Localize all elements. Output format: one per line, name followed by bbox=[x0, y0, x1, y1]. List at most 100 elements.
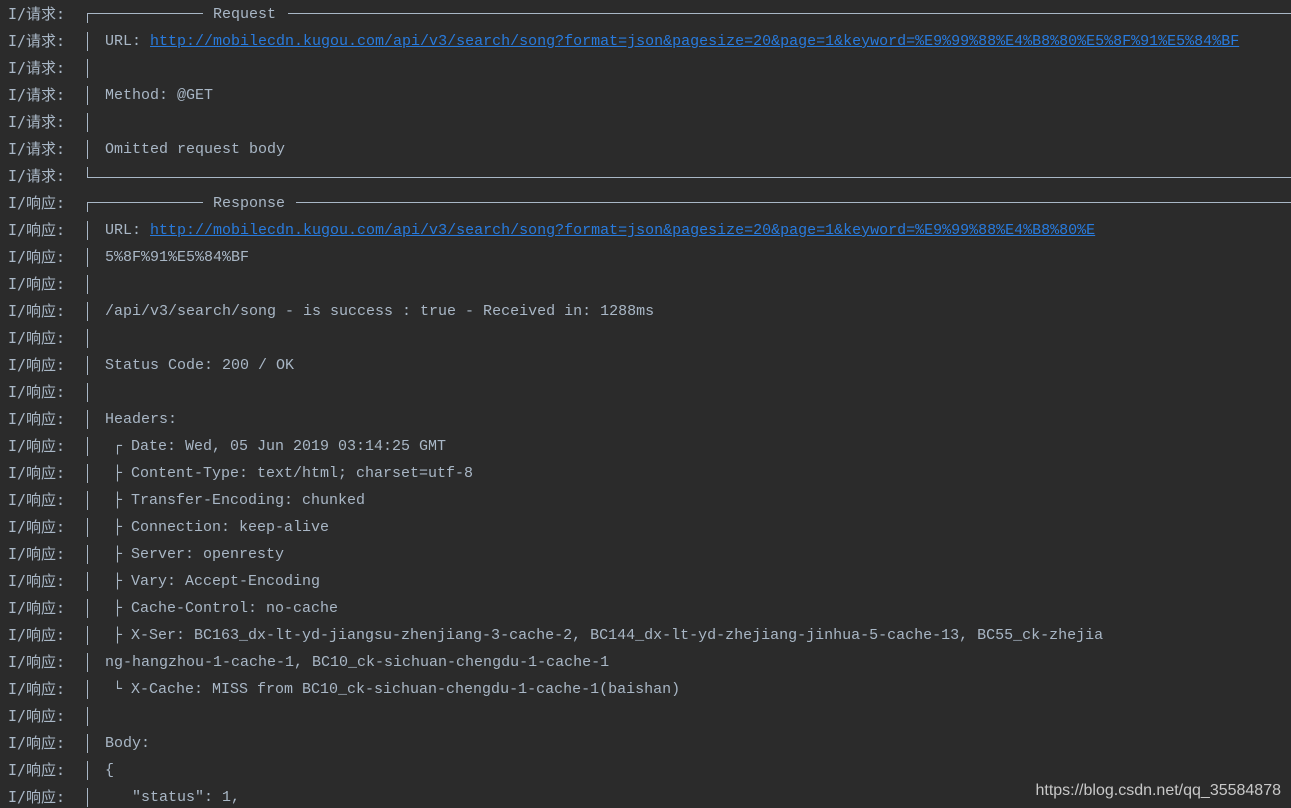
box-border bbox=[87, 788, 88, 807]
box-border bbox=[87, 653, 88, 672]
box-border bbox=[87, 221, 88, 240]
log-tag: I/请求: bbox=[8, 32, 66, 50]
log-line: I/请求: bbox=[0, 55, 1291, 82]
log-tag: I/请求: bbox=[8, 167, 66, 185]
log-line: I/响应: Body: bbox=[0, 730, 1291, 757]
log-line: I/响应: { bbox=[0, 757, 1291, 784]
log-line: I/响应: ├ Transfer-Encoding: chunked bbox=[0, 487, 1291, 514]
log-line: I/响应: /api/v3/search/song - is success :… bbox=[0, 298, 1291, 325]
logcat-console: I/请求: Request I/请求: URL: http://mobilecd… bbox=[0, 0, 1291, 808]
response-url-continuation: 5%8F%91%E5%84%BF bbox=[105, 249, 250, 266]
log-tag: I/响应: bbox=[8, 302, 66, 320]
log-line: I/响应: Status Code: 200 / OK bbox=[0, 352, 1291, 379]
box-border bbox=[87, 177, 1291, 178]
url-label: URL: bbox=[105, 222, 151, 239]
log-tag: I/请求: bbox=[8, 86, 66, 104]
log-tag: I/响应: bbox=[8, 545, 66, 563]
log-tag: I/响应: bbox=[8, 761, 66, 779]
log-tag: I/响应: bbox=[8, 437, 66, 455]
log-tag: I/响应: bbox=[8, 464, 66, 482]
box-border bbox=[87, 275, 88, 294]
response-url-link[interactable]: http://mobilecdn.kugou.com/api/v3/search… bbox=[150, 222, 1095, 239]
log-tag: I/响应: bbox=[8, 707, 66, 725]
log-tag: I/响应: bbox=[8, 221, 66, 239]
request-method: Method: @GET bbox=[105, 87, 214, 104]
box-border bbox=[87, 491, 88, 510]
log-line: I/响应: Response bbox=[0, 190, 1291, 217]
request-url-line: URL: http://mobilecdn.kugou.com/api/v3/s… bbox=[105, 28, 1239, 55]
log-tag: I/响应: bbox=[8, 248, 66, 266]
log-line: I/响应: bbox=[0, 325, 1291, 352]
box-border bbox=[87, 734, 88, 753]
headers-label: Headers: bbox=[105, 411, 178, 428]
response-url-line: URL: http://mobilecdn.kugou.com/api/v3/s… bbox=[105, 217, 1095, 244]
log-line: I/响应: Headers: bbox=[0, 406, 1291, 433]
log-tag: I/请求: bbox=[8, 5, 66, 23]
box-border bbox=[87, 545, 88, 564]
box-border bbox=[87, 707, 88, 726]
log-tag: I/响应: bbox=[8, 653, 66, 671]
log-line: I/响应: ├ Vary: Accept-Encoding bbox=[0, 568, 1291, 595]
log-tag: I/请求: bbox=[8, 140, 66, 158]
request-title: Request bbox=[213, 6, 277, 23]
request-body-note: Omitted request body bbox=[105, 141, 286, 158]
body-label: Body: bbox=[105, 735, 151, 752]
box-border bbox=[87, 626, 88, 645]
header-x-ser-continuation: ng-hangzhou-1-cache-1, BC10_ck-sichuan-c… bbox=[105, 654, 610, 671]
log-tag: I/响应: bbox=[8, 626, 66, 644]
box-border bbox=[87, 113, 88, 132]
log-line: I/请求: Method: @GET bbox=[0, 82, 1291, 109]
log-line: I/响应: ng-hangzhou-1-cache-1, BC10_ck-sic… bbox=[0, 649, 1291, 676]
log-line: I/响应: ├ X-Ser: BC163_dx-lt-yd-jiangsu-zh… bbox=[0, 622, 1291, 649]
log-line: I/响应: 5%8F%91%E5%84%BF bbox=[0, 244, 1291, 271]
box-border bbox=[87, 410, 88, 429]
log-line: I/请求: bbox=[0, 163, 1291, 190]
log-tag: I/响应: bbox=[8, 680, 66, 698]
log-line: I/响应: bbox=[0, 379, 1291, 406]
box-border bbox=[87, 32, 88, 51]
log-line: I/响应: ├ Server: openresty bbox=[0, 541, 1291, 568]
box-border bbox=[288, 13, 1291, 14]
body-status-field: "status": 1, bbox=[132, 789, 241, 806]
body-open-brace: { bbox=[105, 762, 115, 779]
header-cache-control: ├ Cache-Control: no-cache bbox=[113, 600, 339, 617]
header-transfer-encoding: ├ Transfer-Encoding: chunked bbox=[113, 492, 366, 509]
header-vary: ├ Vary: Accept-Encoding bbox=[113, 573, 321, 590]
response-summary: /api/v3/search/song - is success : true … bbox=[105, 303, 655, 320]
log-line: I/请求: Request bbox=[0, 1, 1291, 28]
log-line: I/响应: └ X-Cache: MISS from BC10_ck-sichu… bbox=[0, 676, 1291, 703]
log-tag: I/响应: bbox=[8, 356, 66, 374]
box-border bbox=[87, 599, 88, 618]
box-border bbox=[87, 248, 88, 267]
box-border bbox=[87, 302, 88, 321]
box-border bbox=[87, 383, 88, 402]
log-tag: I/响应: bbox=[8, 194, 66, 212]
request-url-link[interactable]: http://mobilecdn.kugou.com/api/v3/search… bbox=[150, 33, 1239, 50]
box-border bbox=[87, 329, 88, 348]
log-tag: I/响应: bbox=[8, 275, 66, 293]
box-border bbox=[87, 140, 88, 159]
header-x-cache: └ X-Cache: MISS from BC10_ck-sichuan-che… bbox=[113, 681, 681, 698]
box-border bbox=[87, 518, 88, 537]
box-border bbox=[87, 572, 88, 591]
response-status: Status Code: 200 / OK bbox=[105, 357, 295, 374]
log-tag: I/响应: bbox=[8, 734, 66, 752]
log-line: I/请求: Omitted request body bbox=[0, 136, 1291, 163]
log-line: I/响应: bbox=[0, 271, 1291, 298]
box-border bbox=[87, 202, 203, 203]
box-border bbox=[87, 761, 88, 780]
box-corner bbox=[87, 202, 88, 212]
log-tag: I/响应: bbox=[8, 599, 66, 617]
log-line: I/响应: ├ Cache-Control: no-cache bbox=[0, 595, 1291, 622]
log-tag: I/响应: bbox=[8, 383, 66, 401]
log-tag: I/响应: bbox=[8, 518, 66, 536]
box-border bbox=[87, 13, 203, 14]
watermark: https://blog.csdn.net/qq_35584878 bbox=[1035, 782, 1281, 799]
log-tag: I/响应: bbox=[8, 788, 66, 806]
log-line: I/响应: ┌ Date: Wed, 05 Jun 2019 03:14:25 … bbox=[0, 433, 1291, 460]
box-border bbox=[296, 202, 1291, 203]
box-corner bbox=[87, 13, 88, 23]
box-border bbox=[87, 86, 88, 105]
log-tag: I/请求: bbox=[8, 59, 66, 77]
log-line: I/请求: bbox=[0, 109, 1291, 136]
